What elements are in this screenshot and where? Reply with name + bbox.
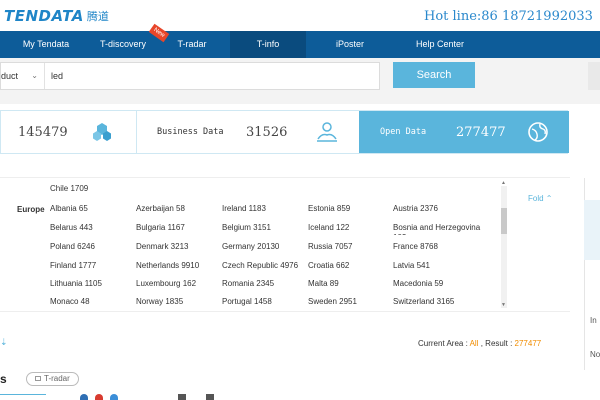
country-item[interactable]: Austria 2376 (393, 204, 438, 213)
country-item[interactable]: Norway 1835 (136, 297, 183, 306)
nav-iposter[interactable]: iPoster (306, 31, 394, 58)
country-item[interactable]: Portugal 1458 (222, 297, 272, 306)
country-item[interactable]: Switzerland 3165 (393, 297, 454, 306)
country-item[interactable]: Estonia 859 (308, 204, 350, 213)
nav-t-info[interactable]: T-info (230, 31, 306, 58)
country-item[interactable]: Denmark 3213 (136, 242, 188, 251)
main-nav: My Tendata T-discovery New T-radar T-inf… (0, 23, 600, 58)
fold-button[interactable]: Fold ⌃ (528, 194, 553, 203)
result-label: , Result : (480, 339, 513, 348)
header: TENDATA 腾道 Hot line:86 18721992033 (0, 0, 600, 30)
search-row: duct ⌄ Search (0, 58, 600, 104)
country-item[interactable]: Belarus 443 (50, 223, 93, 232)
region-label: Europe (17, 205, 45, 214)
current-area-label: Current Area : (418, 339, 468, 348)
country-item[interactable]: Poland 6246 (50, 242, 95, 251)
chevron-up-icon: ⌃ (545, 194, 553, 203)
nav-label: T-radar (177, 39, 207, 49)
logo-cn-text: 腾道 (86, 10, 109, 23)
current-area-value[interactable]: All (470, 339, 479, 348)
social-icon[interactable] (80, 394, 88, 400)
country-item[interactable]: Bosnia and Herzegovina 102 (393, 223, 483, 235)
stat-first-value: 145479 (18, 124, 68, 140)
country-item[interactable]: Albania 65 (50, 204, 88, 213)
scroll-down-icon[interactable]: ▼ (501, 302, 506, 308)
social-icon[interactable] (95, 394, 103, 400)
side-tab-strip[interactable] (584, 200, 600, 260)
country-item[interactable]: Chile 1709 (50, 184, 88, 193)
country-item[interactable]: Ireland 1183 (222, 204, 266, 213)
chip-icon (35, 376, 41, 382)
social-icon[interactable] (110, 394, 118, 400)
country-item[interactable]: Iceland 122 (308, 223, 349, 232)
nav-my-tendata[interactable]: My Tendata (0, 31, 92, 58)
hotline: Hot line:86 18721992033 (424, 9, 593, 24)
search-type-value: duct (1, 71, 19, 81)
country-item[interactable]: Netherlands 9910 (136, 261, 199, 270)
logo-text: TENDATA (4, 7, 84, 25)
stat-open[interactable]: Open Data 277477 (359, 111, 569, 153)
search-input[interactable] (51, 66, 371, 86)
edge-fragment: In (590, 316, 597, 325)
edge-fragment: No (590, 350, 600, 359)
nav-help-center[interactable]: Help Center (394, 31, 486, 58)
scrollbar-thumb[interactable] (501, 208, 507, 234)
nav-label: Help Center (415, 39, 465, 49)
stat-business[interactable]: Business Data 31526 (137, 111, 359, 153)
handshake-user-icon (317, 122, 337, 142)
hexagon-icon (93, 123, 111, 141)
nav-t-radar[interactable]: T-radar (154, 31, 230, 58)
chevron-down-icon: ⌄ (31, 71, 38, 80)
stat-open-value: 277477 (456, 124, 506, 140)
stat-business-label: Business Data (157, 127, 224, 137)
nav-label: My Tendata (22, 39, 70, 49)
country-item[interactable]: France 8768 (393, 242, 438, 251)
nav-label: T-discovery (99, 39, 146, 49)
search-button[interactable]: Search (393, 62, 475, 88)
toolbar-icon[interactable] (178, 394, 186, 400)
country-item[interactable]: Croatia 662 (308, 261, 349, 270)
country-item[interactable]: Romania 2345 (222, 279, 274, 288)
current-area: Current Area : All , Result : 277477 (418, 339, 541, 348)
globe-icon (528, 122, 548, 142)
search-type-select[interactable]: duct ⌄ (1, 63, 45, 89)
tendata-logo[interactable]: TENDATA 腾道 (4, 6, 109, 26)
country-item[interactable]: Sweden 2951 (308, 297, 357, 306)
country-item[interactable]: Germany 20130 (222, 242, 279, 251)
country-item[interactable]: Malta 89 (308, 279, 339, 288)
chip-label: T-radar (44, 374, 70, 383)
side-tab[interactable] (588, 62, 600, 90)
country-item[interactable]: Belgium 3151 (222, 223, 271, 232)
country-item[interactable]: Luxembourg 162 (136, 279, 196, 288)
stat-business-value: 31526 (246, 124, 288, 140)
scrollbar-track[interactable] (501, 186, 507, 308)
country-item[interactable]: Latvia 541 (393, 261, 430, 270)
nav-label: T-info (256, 39, 280, 49)
sort-down-icon[interactable]: ⇣ (0, 337, 8, 348)
country-item[interactable]: Lithuania 1105 (50, 279, 102, 288)
search-box: duct ⌄ (0, 62, 380, 90)
scroll-up-icon[interactable]: ▲ (501, 180, 506, 186)
stats-strip: 145479 Business Data 31526 Open Data 277… (0, 110, 569, 154)
cut-off-link[interactable] (0, 394, 46, 400)
country-item[interactable]: Azerbaijan 58 (136, 204, 185, 213)
section-title: s (0, 372, 7, 386)
country-item[interactable]: Monaco 48 (50, 297, 90, 306)
country-item[interactable]: Finland 1777 (50, 261, 96, 270)
toolbar-icon[interactable] (206, 394, 214, 400)
fold-label: Fold (528, 194, 544, 203)
country-item[interactable]: Macedonia 59 (393, 279, 443, 288)
stat-open-label: Open Data (380, 127, 427, 137)
country-item[interactable]: Bulgaria 1167 (136, 223, 185, 232)
result-row: ⇣ Current Area : All , Result : 277477 (0, 330, 570, 356)
country-item[interactable]: Czech Republic 4976 (222, 261, 298, 270)
result-value: 277477 (514, 339, 542, 348)
country-panel: Chile 1709 Europe Fold ⌃ Albania 65 Azer… (0, 177, 570, 312)
nav-t-discovery[interactable]: T-discovery New (92, 23, 170, 58)
stat-first[interactable]: 145479 (1, 111, 137, 153)
t-radar-chip[interactable]: T-radar (26, 372, 79, 386)
nav-label: iPoster (335, 39, 364, 49)
country-item[interactable]: Russia 7057 (308, 242, 352, 251)
